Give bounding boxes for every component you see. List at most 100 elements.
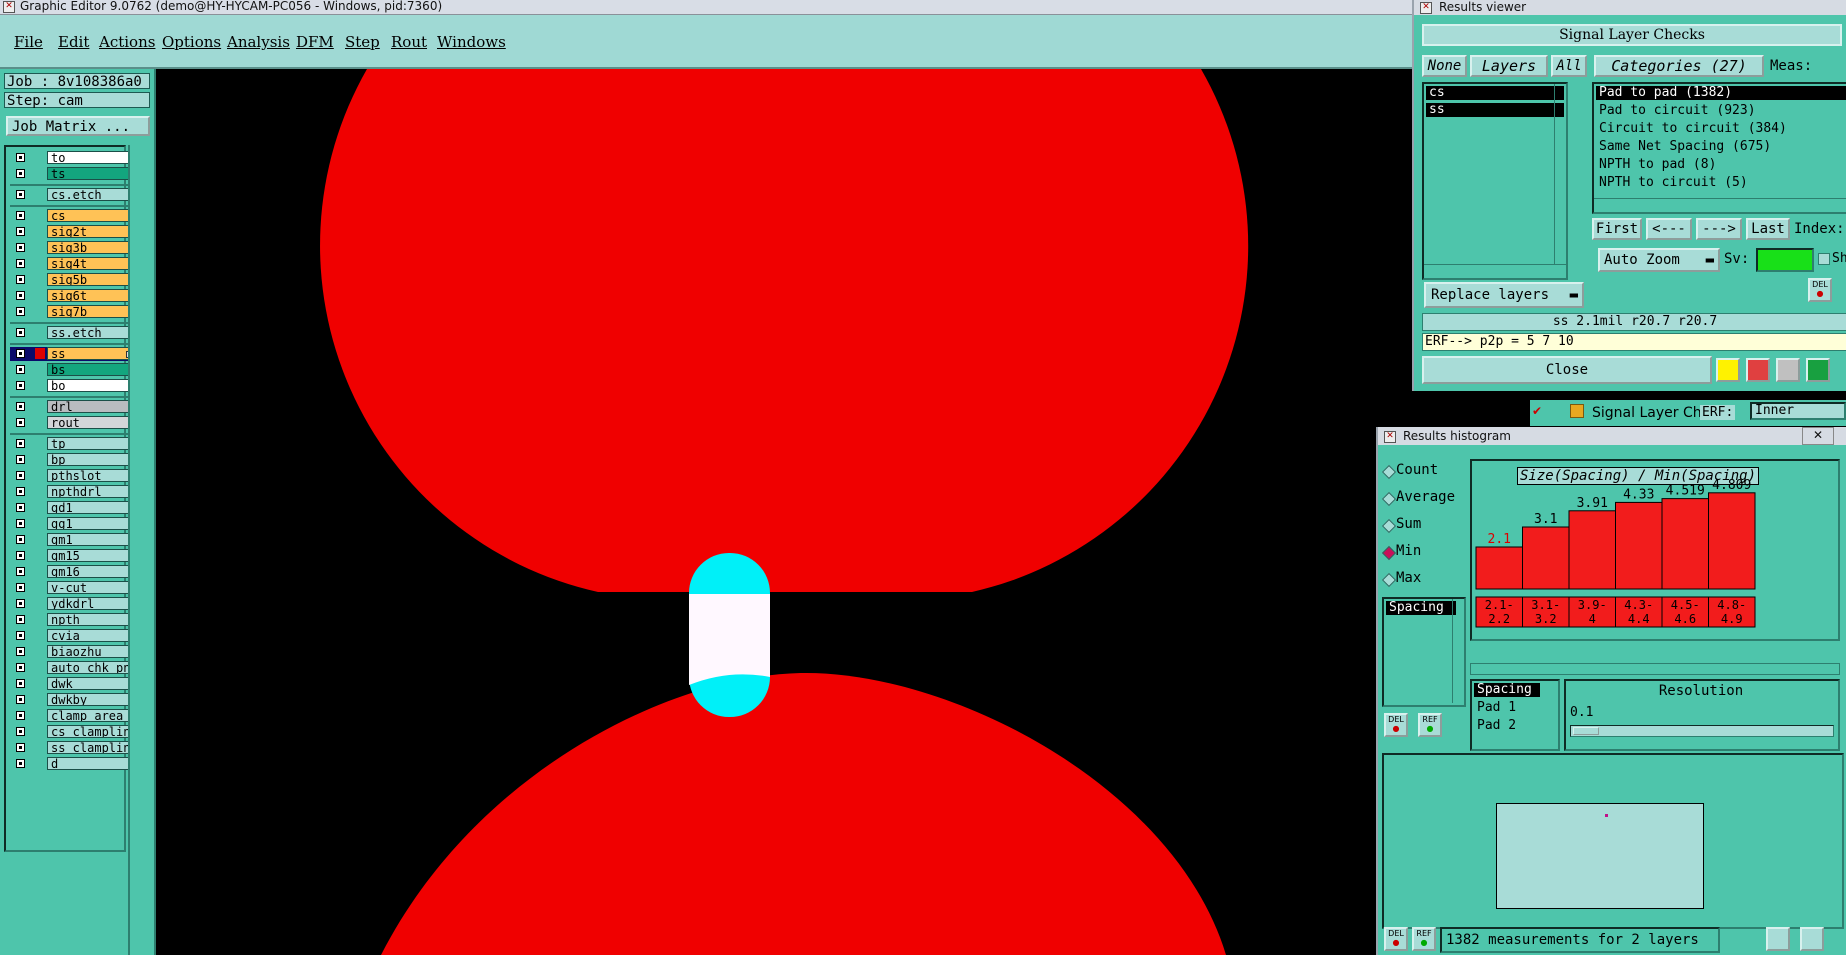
auto-zoom-dropdown[interactable]: Auto Zoom ▬: [1598, 248, 1720, 272]
layer-row-sig6t[interactable]: sig6t: [10, 289, 132, 303]
layer-row-sig7b[interactable]: sig7b: [10, 305, 132, 319]
layer-name[interactable]: tp: [47, 437, 132, 450]
menu-windows[interactable]: Windows: [437, 33, 506, 51]
highlight-icon[interactable]: [1716, 358, 1740, 382]
layer-checkbox[interactable]: [16, 631, 25, 640]
layer-checkbox[interactable]: [16, 211, 25, 220]
layer-row-gm16[interactable]: gm16: [10, 565, 132, 579]
layer-row-cs.etch[interactable]: cs.etch: [10, 188, 132, 202]
preview-window[interactable]: [1496, 803, 1704, 909]
layer-checkbox[interactable]: [16, 535, 25, 544]
layer-list-item[interactable]: ss: [1426, 103, 1564, 117]
slider-thumb[interactable]: [1573, 727, 1599, 735]
layer-name[interactable]: dwk: [47, 677, 132, 690]
clear-icon[interactable]: [1776, 358, 1800, 382]
histogram-bar[interactable]: [1522, 526, 1570, 590]
layer-name[interactable]: gm16: [47, 565, 132, 578]
layer-name[interactable]: sig3b: [47, 241, 132, 254]
layer-checkbox[interactable]: [16, 711, 25, 720]
layer-row-npthdrl[interactable]: npthdrl: [10, 485, 132, 499]
category-item[interactable]: Pad to circuit (923): [1596, 104, 1846, 118]
layer-row-sig2t[interactable]: sig2t: [10, 225, 132, 239]
attribute-item[interactable]: Spacing: [1386, 601, 1456, 615]
layer-row-d[interactable]: d: [10, 757, 132, 771]
layer-name[interactable]: dwkby: [47, 693, 132, 706]
histogram-bar[interactable]: [1708, 492, 1756, 590]
layer-checkbox[interactable]: [16, 259, 25, 268]
layers-list-hscroll[interactable]: [1424, 264, 1566, 277]
layer-row-tp[interactable]: tp: [10, 437, 132, 451]
menu-options[interactable]: Options: [162, 33, 221, 51]
layer-row-auto_chk_pn[interactable]: auto_chk_pn: [10, 661, 132, 675]
layer-row-gm15[interactable]: gm15: [10, 549, 132, 563]
menu-dfm[interactable]: DFM: [296, 33, 334, 51]
menu-actions[interactable]: Actions: [99, 33, 155, 51]
layer-name[interactable]: to: [47, 151, 132, 164]
zoom-fit-icon[interactable]: [1766, 927, 1790, 951]
layer-name[interactable]: bs: [47, 363, 132, 376]
layer-name[interactable]: auto_chk_pn: [47, 661, 132, 674]
layer-row-drl[interactable]: drl: [10, 400, 132, 414]
none-button[interactable]: None: [1422, 55, 1467, 77]
layer-row-gg1[interactable]: gg1: [10, 517, 132, 531]
layer-checkbox[interactable]: [16, 455, 25, 464]
layer-checkbox[interactable]: [16, 727, 25, 736]
ref-button[interactable]: REF ●: [1418, 713, 1442, 737]
layer-row-ydkdrl[interactable]: ydkdrl: [10, 597, 132, 611]
attr-column-item[interactable]: Spacing: [1474, 683, 1540, 697]
layer-name[interactable]: sig6t: [47, 289, 132, 302]
layer-name[interactable]: d: [47, 757, 132, 770]
layer-checkbox[interactable]: [16, 503, 25, 512]
layer-checkbox[interactable]: [16, 439, 25, 448]
del-button[interactable]: DEL ●: [1384, 927, 1408, 951]
layer-checkbox[interactable]: [16, 365, 25, 374]
close-icon[interactable]: ✕: [1420, 2, 1432, 14]
layer-name[interactable]: gm15: [47, 549, 132, 562]
category-item[interactable]: Circuit to circuit (384): [1596, 122, 1846, 136]
layer-name[interactable]: ydkdrl: [47, 597, 132, 610]
layer-checkbox[interactable]: [16, 551, 25, 560]
layer-checkbox[interactable]: [16, 615, 25, 624]
layer-checkbox[interactable]: [16, 275, 25, 284]
layer-name[interactable]: ts: [47, 167, 132, 180]
menu-rout[interactable]: Rout: [391, 33, 427, 51]
window-close-icon[interactable]: ✕: [1802, 427, 1834, 445]
prev-button[interactable]: <---: [1646, 218, 1692, 240]
layer-name[interactable]: pthslot: [47, 469, 132, 482]
layer-name[interactable]: biaozhu: [47, 645, 132, 658]
layer-name[interactable]: npthdrl: [47, 485, 132, 498]
close-button[interactable]: Close: [1422, 356, 1712, 384]
erf-field[interactable]: Inner: [1750, 402, 1846, 420]
menu-file[interactable]: File: [14, 33, 43, 51]
last-button[interactable]: Last: [1746, 218, 1790, 240]
graphic-canvas[interactable]: [156, 69, 1376, 955]
layer-row-clamp_area[interactable]: clamp_area: [10, 709, 132, 723]
mode-max[interactable]: Max: [1381, 570, 1421, 588]
layer-checkbox[interactable]: [16, 307, 25, 316]
resolution-slider[interactable]: [1570, 725, 1834, 737]
layer-checkbox[interactable]: [16, 227, 25, 236]
layer-row-ss[interactable]: ss: [10, 347, 133, 361]
menu-step[interactable]: Step: [345, 33, 380, 51]
layer-checkbox[interactable]: [16, 567, 25, 576]
del-button[interactable]: DEL ●: [1808, 278, 1832, 302]
category-item[interactable]: NPTH to pad (8): [1596, 158, 1846, 172]
layer-checkbox[interactable]: [16, 471, 25, 480]
layer-name[interactable]: cs_clampline: [47, 725, 132, 738]
layer-name[interactable]: cvia: [47, 629, 132, 642]
layer-row-cs[interactable]: cs: [10, 209, 132, 223]
layer-checkbox[interactable]: [16, 402, 25, 411]
layer-name[interactable]: gd1: [47, 501, 132, 514]
zoom-out-icon[interactable]: [1800, 927, 1824, 951]
red-marker-icon[interactable]: [1746, 358, 1770, 382]
layer-name[interactable]: ss_clampline: [47, 741, 132, 754]
layer-checkbox[interactable]: [16, 349, 25, 358]
layer-list-item[interactable]: cs: [1426, 86, 1564, 100]
layer-row-sig4t[interactable]: sig4t: [10, 257, 132, 271]
menu-edit[interactable]: Edit: [58, 33, 89, 51]
layer-row-sig3b[interactable]: sig3b: [10, 241, 132, 255]
sv-color-swatch[interactable]: [1756, 248, 1814, 272]
layer-checkbox[interactable]: [16, 599, 25, 608]
layers-list-vscroll[interactable]: [1554, 84, 1567, 264]
layer-row-dwk[interactable]: dwk: [10, 677, 132, 691]
